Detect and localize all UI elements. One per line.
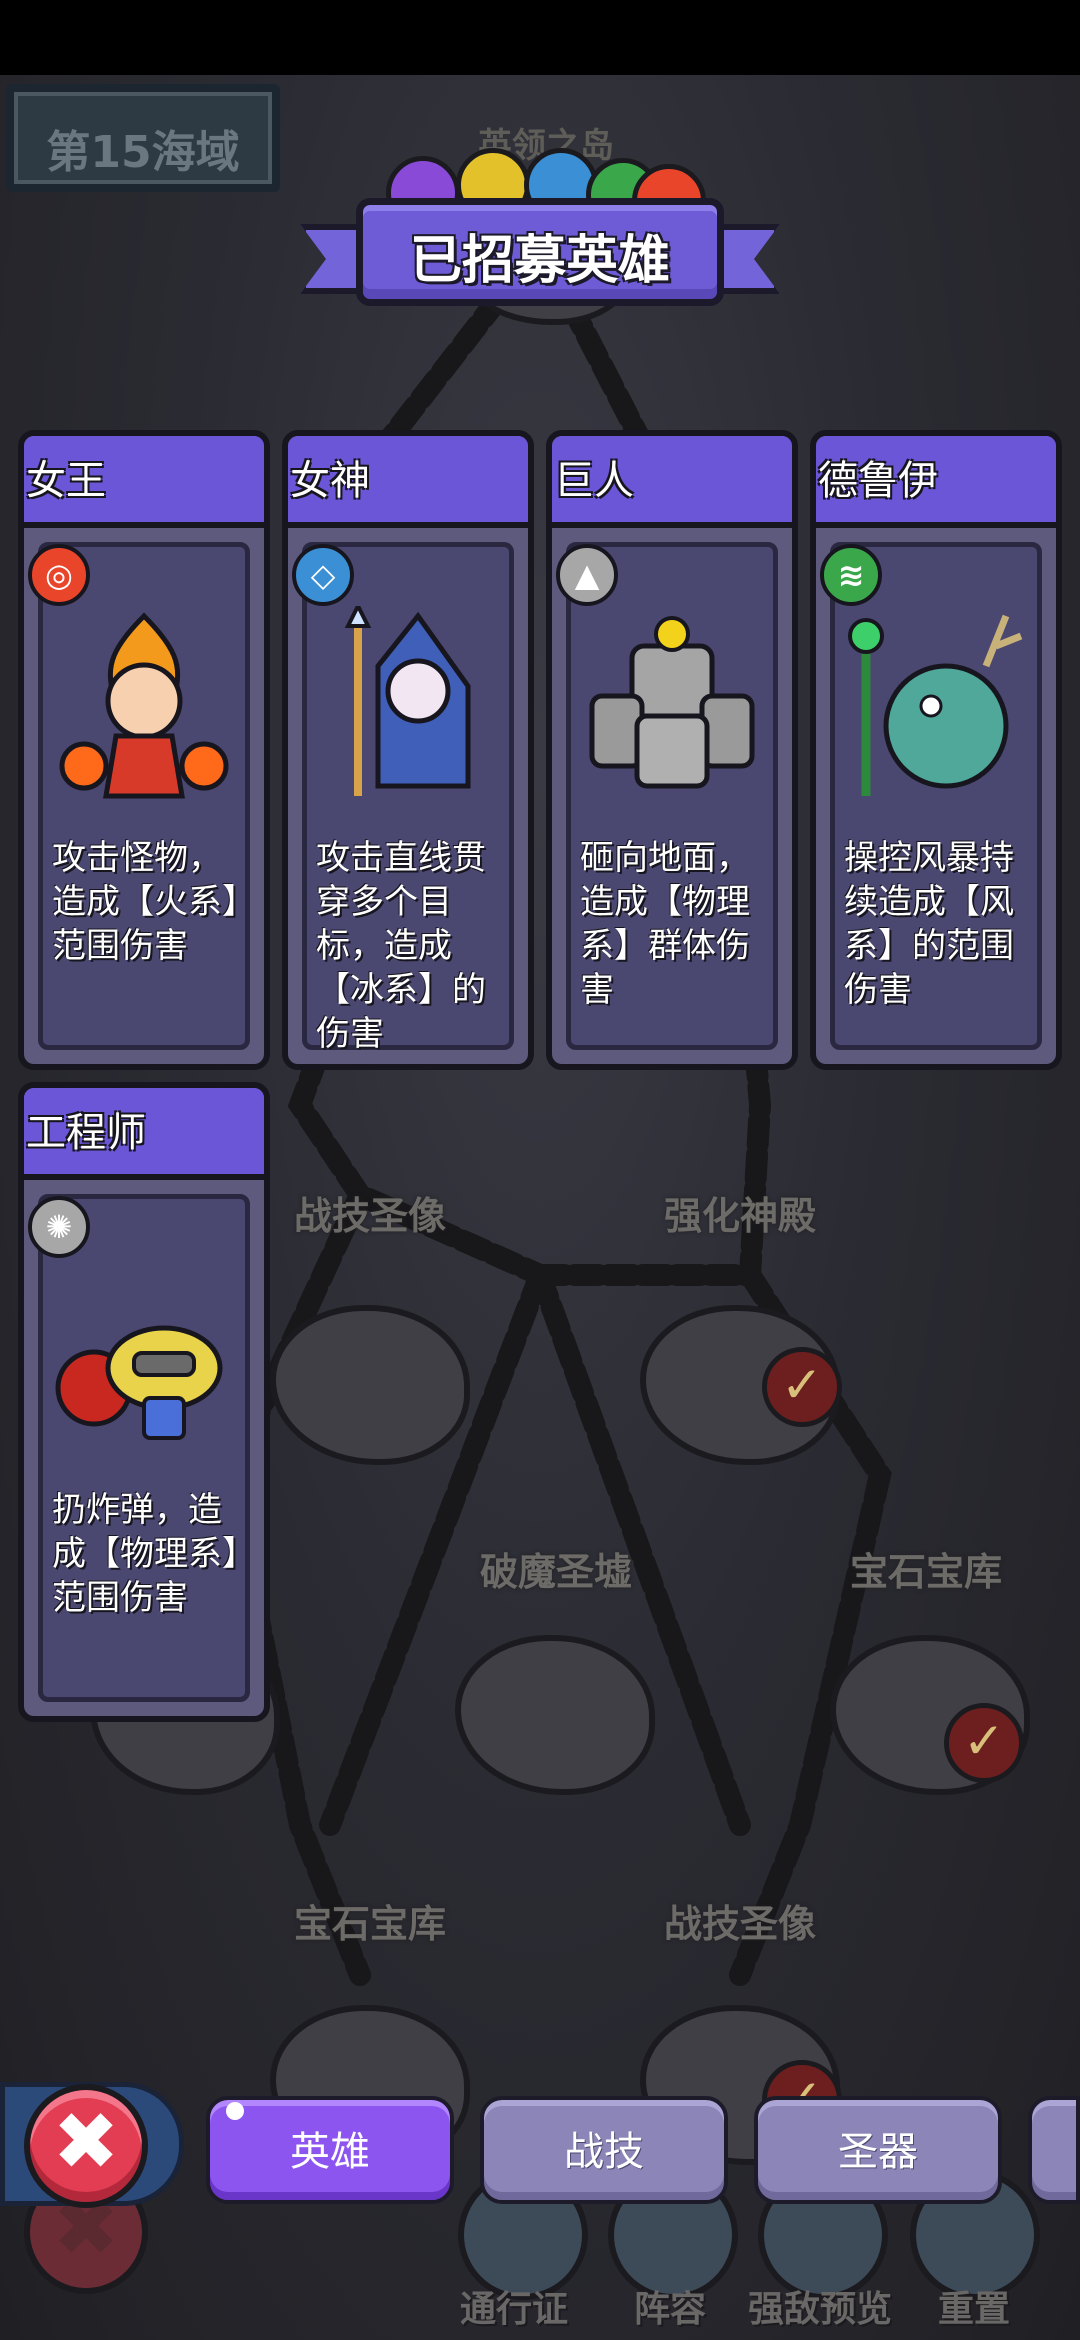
hero-name: 巨人	[554, 458, 634, 504]
title-banner: 已招募英雄	[300, 198, 780, 318]
banner-title: 已招募英雄	[409, 231, 670, 291]
status-bar	[0, 0, 1080, 75]
hero-description: 攻击直线贯穿多个目标，造成【冰系】的伤害	[316, 838, 486, 1054]
ice-icon: ◇	[292, 544, 354, 606]
tab-more[interactable]	[1028, 2096, 1080, 2204]
physical-icon: ▲	[556, 544, 618, 606]
map-node-label: 强化神殿	[664, 1194, 817, 1238]
map-node-label: 宝石宝库	[294, 1902, 447, 1946]
sea-zone-label: 第15海域	[46, 127, 240, 178]
reset-label: 重置	[938, 2289, 1011, 2330]
fire-icon: ◎	[28, 544, 90, 606]
map-node-label: 宝石宝库	[850, 1550, 1003, 1594]
hero-description: 攻击怪物，造成【火系】范围伤害	[52, 838, 239, 966]
completed-check-icon: ✓	[762, 1347, 842, 1427]
enemy-preview-label: 强敌预览	[748, 2289, 893, 2330]
hero-card-druid[interactable]: 德鲁伊 ≋ 操控风暴持续造成【风系】的范围伤害	[810, 430, 1062, 1070]
hero-card-giant[interactable]: 巨人 ▲ 砸向地面，造成【物理系】群体伤害	[546, 430, 798, 1070]
druid-portrait	[848, 614, 1023, 796]
giant-portrait	[589, 616, 755, 789]
physical-icon: ✺	[28, 1196, 90, 1258]
queen-portrait	[59, 612, 229, 799]
map-node-label: 战技圣像	[664, 1902, 817, 1946]
close-button[interactable]: ✖	[24, 2084, 148, 2208]
tab-skills[interactable]: 战技	[480, 2096, 728, 2204]
hero-card-goddess[interactable]: 女神 ◇ 攻击直线贯穿多个目标，造成【冰系】的伤害	[282, 430, 534, 1070]
tab-artifacts[interactable]: 圣器	[754, 2096, 1002, 2204]
hero-name: 工程师	[26, 1110, 146, 1156]
sea-zone-badge: 第15海域	[6, 84, 280, 192]
hero-description: 操控风暴持续造成【风系】的范围伤害	[844, 838, 1014, 1010]
pass-label: 通行证	[460, 2289, 569, 2330]
hero-name: 女神	[290, 458, 370, 504]
tab-notification-dot	[226, 2102, 244, 2120]
goddess-portrait	[344, 606, 471, 796]
map-node-label: 破魔圣墟	[480, 1550, 633, 1594]
hero-description: 扔炸弹，造成【物理系】范围伤害	[52, 1490, 239, 1618]
lineup-label: 阵容	[634, 2289, 707, 2330]
hero-card-queen[interactable]: 女王 ◎ 攻击怪物，造成【火系】范围伤害	[18, 430, 270, 1070]
completed-check-icon: ✓	[944, 1703, 1024, 1783]
hero-card-engineer[interactable]: 工程师 ✺ 扔炸弹，造成【物理系】范围伤害	[18, 1082, 270, 1722]
hero-name: 女王	[26, 458, 106, 504]
wind-icon: ≋	[820, 544, 882, 606]
hero-name: 德鲁伊	[818, 458, 938, 504]
map-node-label: 战技圣像	[294, 1194, 447, 1238]
engineer-portrait	[55, 1325, 223, 1440]
hero-description: 砸向地面，造成【物理系】群体伤害	[580, 838, 750, 1010]
